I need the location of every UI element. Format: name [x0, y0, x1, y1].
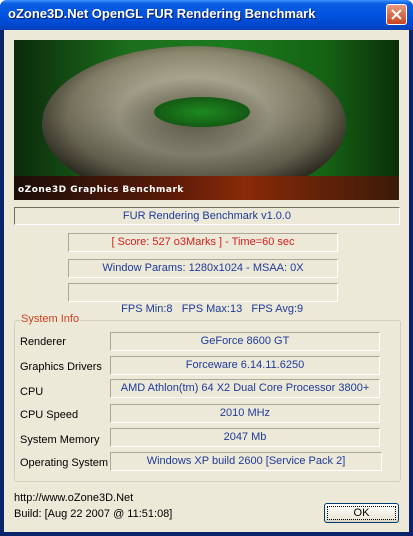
ok-button[interactable]: OK [324, 503, 399, 523]
system-info-legend: System Info [20, 313, 81, 325]
operating-system-value: Windows XP build 2600 [Service Pack 2] [146, 455, 346, 467]
benchmark-name-text: FUR Rendering Benchmark v1.0.0 [122, 210, 292, 222]
fps-field: FPS Min:8 FPS Max:13 FPS Avg:9 [68, 283, 338, 315]
title-bar[interactable]: oZone3D.Net OpenGL FUR Rendering Benchma… [0, 0, 413, 30]
build-info: Build: [Aug 22 2007 @ 11:51:08] [14, 508, 173, 520]
system-memory-field: 2047 Mb [110, 428, 380, 447]
system-memory-label: System Memory [20, 434, 100, 446]
score-field: [ Score: 527 o3Marks ] - Time=60 sec [68, 233, 338, 252]
fur-render-banner: oZone3D Graphics Benchmark [14, 40, 399, 200]
cpu-speed-label: CPU Speed [20, 409, 79, 421]
banner-logo-text: oZone3D Graphics Benchmark [18, 185, 184, 195]
operating-system-field: Windows XP build 2600 [Service Pack 2] [110, 452, 382, 471]
cpu-speed-value: 2010 MHz [219, 407, 271, 419]
close-button[interactable] [386, 4, 407, 25]
graphics-drivers-label: Graphics Drivers [20, 361, 102, 373]
operating-system-label: Operating System [20, 457, 109, 469]
cpu-label: CPU [20, 386, 44, 398]
system-memory-value: 2047 Mb [223, 431, 267, 443]
cpu-speed-field: 2010 MHz [110, 404, 380, 423]
renderer-label: Renderer [20, 336, 66, 348]
benchmark-window: oZone3D.Net OpenGL FUR Rendering Benchma… [0, 0, 413, 536]
renderer-field: GeForce 8600 GT [110, 332, 380, 351]
dialog-client-area: oZone3D Graphics Benchmark FUR Rendering… [4, 30, 409, 532]
close-icon [391, 9, 402, 20]
cpu-field: AMD Athlon(tm) 64 X2 Dual Core Processor… [110, 379, 380, 398]
window-title: oZone3D.Net OpenGL FUR Rendering Benchma… [8, 6, 316, 21]
window-params-field: Window Params: 1280x1024 - MSAA: 0X [68, 259, 338, 278]
cpu-value: AMD Athlon(tm) 64 X2 Dual Core Processor… [120, 382, 370, 394]
website-url: http://www.oZone3D.Net [14, 492, 134, 504]
graphics-drivers-field: Forceware 6.14.11.6250 [110, 356, 380, 375]
graphics-drivers-value: Forceware 6.14.11.6250 [185, 359, 305, 371]
fps-text: FPS Min:8 FPS Max:13 FPS Avg:9 [121, 303, 304, 315]
renderer-value: GeForce 8600 GT [200, 335, 290, 347]
benchmark-name-field: FUR Rendering Benchmark v1.0.0 [14, 207, 400, 225]
window-params-text: Window Params: 1280x1024 - MSAA: 0X [102, 262, 304, 274]
focus-rectangle [327, 506, 396, 520]
score-text: [ Score: 527 o3Marks ] - Time=60 sec [111, 236, 295, 248]
